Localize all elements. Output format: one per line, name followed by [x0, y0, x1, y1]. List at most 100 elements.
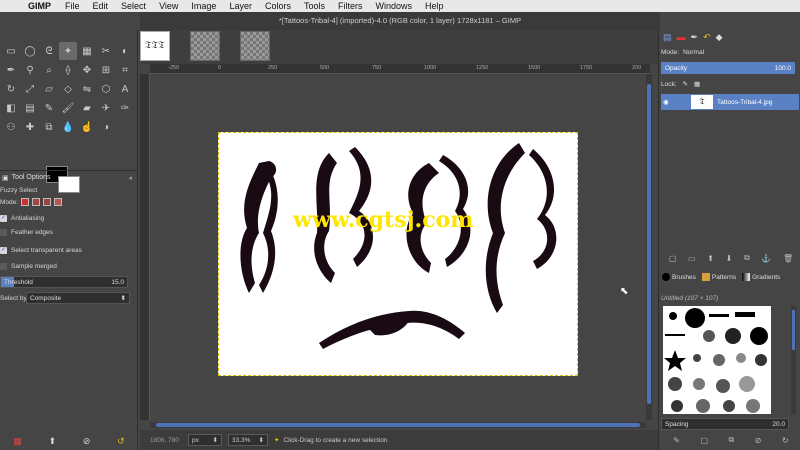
paintbrush-icon[interactable]: 🖌 — [59, 99, 77, 117]
rotate-icon[interactable]: ↻ — [2, 80, 20, 98]
menu-tools[interactable]: Tools — [304, 1, 325, 11]
blend-icon[interactable]: ▤ — [21, 99, 39, 117]
mode-add-icon[interactable] — [32, 198, 41, 206]
image-thumb-3[interactable] — [240, 31, 270, 61]
blur-icon[interactable]: 💧 — [59, 118, 77, 136]
select-transparent-checkbox[interactable]: ✓ — [0, 246, 7, 254]
menu-colors[interactable]: Colors — [265, 1, 291, 11]
new-brush-icon[interactable]: ▢ — [700, 436, 708, 445]
color-select-icon[interactable]: ▦ — [78, 42, 96, 60]
pencil-icon[interactable]: ✎ — [40, 99, 58, 117]
scroll-thumb[interactable] — [792, 310, 795, 350]
color-picker-icon[interactable]: ⚲ — [21, 61, 39, 79]
eye-icon[interactable]: ◉ — [661, 98, 671, 106]
threshold-slider[interactable]: Threshold 15.0 — [0, 276, 128, 288]
image-layer[interactable]: www.cgtsj.com — [218, 132, 578, 376]
anchor-layer-icon[interactable]: ⚓ — [761, 254, 771, 263]
reset-options-icon[interactable]: ↺ — [117, 436, 125, 447]
zoom-icon[interactable]: ⌕ — [40, 61, 58, 79]
save-options-icon[interactable]: ▦ — [13, 436, 22, 447]
sample-merged-row[interactable]: Sample merged — [0, 260, 136, 272]
select-transparent-row[interactable]: ✓ Select transparent areas — [0, 244, 136, 256]
scale-icon[interactable]: ⤢ — [21, 80, 39, 98]
layer-group-icon[interactable]: ▭ — [688, 254, 696, 263]
delete-brush-icon[interactable]: ⊘ — [755, 436, 762, 445]
brush-grid[interactable] — [663, 306, 771, 414]
scissors-icon[interactable]: ✂ — [97, 42, 115, 60]
free-select-icon[interactable]: ᘓ — [40, 42, 58, 60]
lock-pixels-icon[interactable]: ✎ — [683, 80, 688, 88]
delete-options-icon[interactable]: ⊘ — [83, 436, 91, 447]
undo-tab-icon[interactable]: ↶ — [703, 32, 711, 43]
paths-icon[interactable]: ✒ — [2, 61, 20, 79]
lock-alpha-icon[interactable]: ▩ — [694, 80, 700, 88]
layers-tab-icon[interactable]: ▤ — [663, 32, 672, 43]
menu-layer[interactable]: Layer — [229, 1, 252, 11]
menu-filters[interactable]: Filters — [338, 1, 363, 11]
opacity-slider[interactable]: Opacity 100.0 — [661, 62, 795, 74]
layer-item[interactable]: ◉ 𝔗 Tattoos-Tribal-4.jpg — [661, 94, 799, 110]
menu-view[interactable]: View — [159, 1, 178, 11]
move-icon[interactable]: ✥ — [78, 61, 96, 79]
rect-select-icon[interactable]: ▭ — [2, 42, 20, 60]
image-canvas[interactable]: www.cgtsj.com — [150, 74, 642, 420]
crop-icon[interactable]: ⌗ — [116, 61, 134, 79]
heal-icon[interactable]: ✚ — [21, 118, 39, 136]
clone-icon[interactable]: ⚇ — [2, 118, 20, 136]
menu-file[interactable]: File — [65, 1, 80, 11]
layer-mode-value[interactable]: Normal — [683, 49, 704, 56]
foreground-select-icon[interactable]: ◐ — [116, 42, 134, 60]
canvas-horizontal-scrollbar[interactable] — [150, 422, 646, 428]
app-menu[interactable]: GIMP — [28, 1, 51, 11]
antialiasing-checkbox[interactable]: ✓ — [0, 214, 7, 222]
lower-layer-icon[interactable]: ⬇ — [726, 254, 733, 263]
dodge-icon[interactable]: ◑ — [97, 118, 115, 136]
image-thumb-2[interactable] — [190, 31, 220, 61]
mode-subtract-icon[interactable] — [43, 198, 52, 206]
scroll-thumb[interactable] — [647, 84, 651, 404]
antialiasing-row[interactable]: ✓ Antialiasing — [0, 212, 136, 224]
tab-gradients[interactable]: Gradients — [739, 273, 783, 281]
image-thumb-tattoo[interactable]: 𝔗𝔗𝔗 — [140, 31, 170, 61]
brush-scrollbar[interactable] — [791, 306, 796, 414]
perspective-clone-icon[interactable]: ⧉ — [40, 118, 58, 136]
history-tab-icon[interactable]: ◆ — [716, 32, 723, 43]
spacing-slider[interactable]: Spacing 20.0 — [661, 418, 789, 430]
smudge-icon[interactable]: ☝ — [78, 118, 96, 136]
menu-image[interactable]: Image — [191, 1, 216, 11]
fuzzy-select-icon[interactable]: ✦ — [59, 42, 77, 60]
eraser-icon[interactable]: ▰ — [78, 99, 96, 117]
align-icon[interactable]: ⊞ — [97, 61, 115, 79]
ellipse-select-icon[interactable]: ◯ — [21, 42, 39, 60]
menu-select[interactable]: Select — [121, 1, 146, 11]
channels-tab-icon[interactable]: ▬ — [677, 32, 686, 42]
zoom-select[interactable]: 33.3% ⬍ — [228, 434, 268, 446]
menu-edit[interactable]: Edit — [93, 1, 109, 11]
feather-edges-checkbox[interactable] — [0, 228, 7, 236]
feather-edges-row[interactable]: Feather edges — [0, 226, 136, 238]
refresh-brushes-icon[interactable]: ↻ — [782, 436, 789, 445]
bucket-fill-icon[interactable]: ◧ — [2, 99, 20, 117]
text-icon[interactable]: A — [116, 80, 134, 98]
cage-icon[interactable]: ⬡ — [97, 80, 115, 98]
perspective-icon[interactable]: ◇ — [59, 80, 77, 98]
sample-merged-checkbox[interactable] — [0, 262, 7, 270]
duplicate-brush-icon[interactable]: ⧉ — [729, 435, 735, 445]
menu-windows[interactable]: Windows — [375, 1, 412, 11]
paths-tab-icon[interactable]: ✒ — [691, 32, 699, 43]
shear-icon[interactable]: ▱ — [40, 80, 58, 98]
flip-icon[interactable]: ⇋ — [78, 80, 96, 98]
delete-layer-icon[interactable]: 🗑 — [783, 254, 793, 263]
scroll-thumb[interactable] — [156, 423, 640, 427]
new-layer-icon[interactable]: ▢ — [669, 254, 677, 263]
airbrush-icon[interactable]: ✈ — [97, 99, 115, 117]
select-by-dropdown[interactable]: Composite ⬍ — [26, 292, 130, 304]
duplicate-layer-icon[interactable]: ⧉ — [744, 253, 750, 263]
panel-menu-icon[interactable]: ◂ — [128, 174, 132, 182]
tab-brushes[interactable]: Brushes — [659, 273, 699, 281]
restore-options-icon[interactable]: ⬆ — [49, 436, 57, 447]
mode-replace-icon[interactable] — [21, 198, 30, 206]
measure-icon[interactable]: ⟠ — [59, 61, 77, 79]
tab-patterns[interactable]: Patterns — [699, 273, 739, 281]
unit-select[interactable]: px ⬍ — [188, 434, 222, 446]
